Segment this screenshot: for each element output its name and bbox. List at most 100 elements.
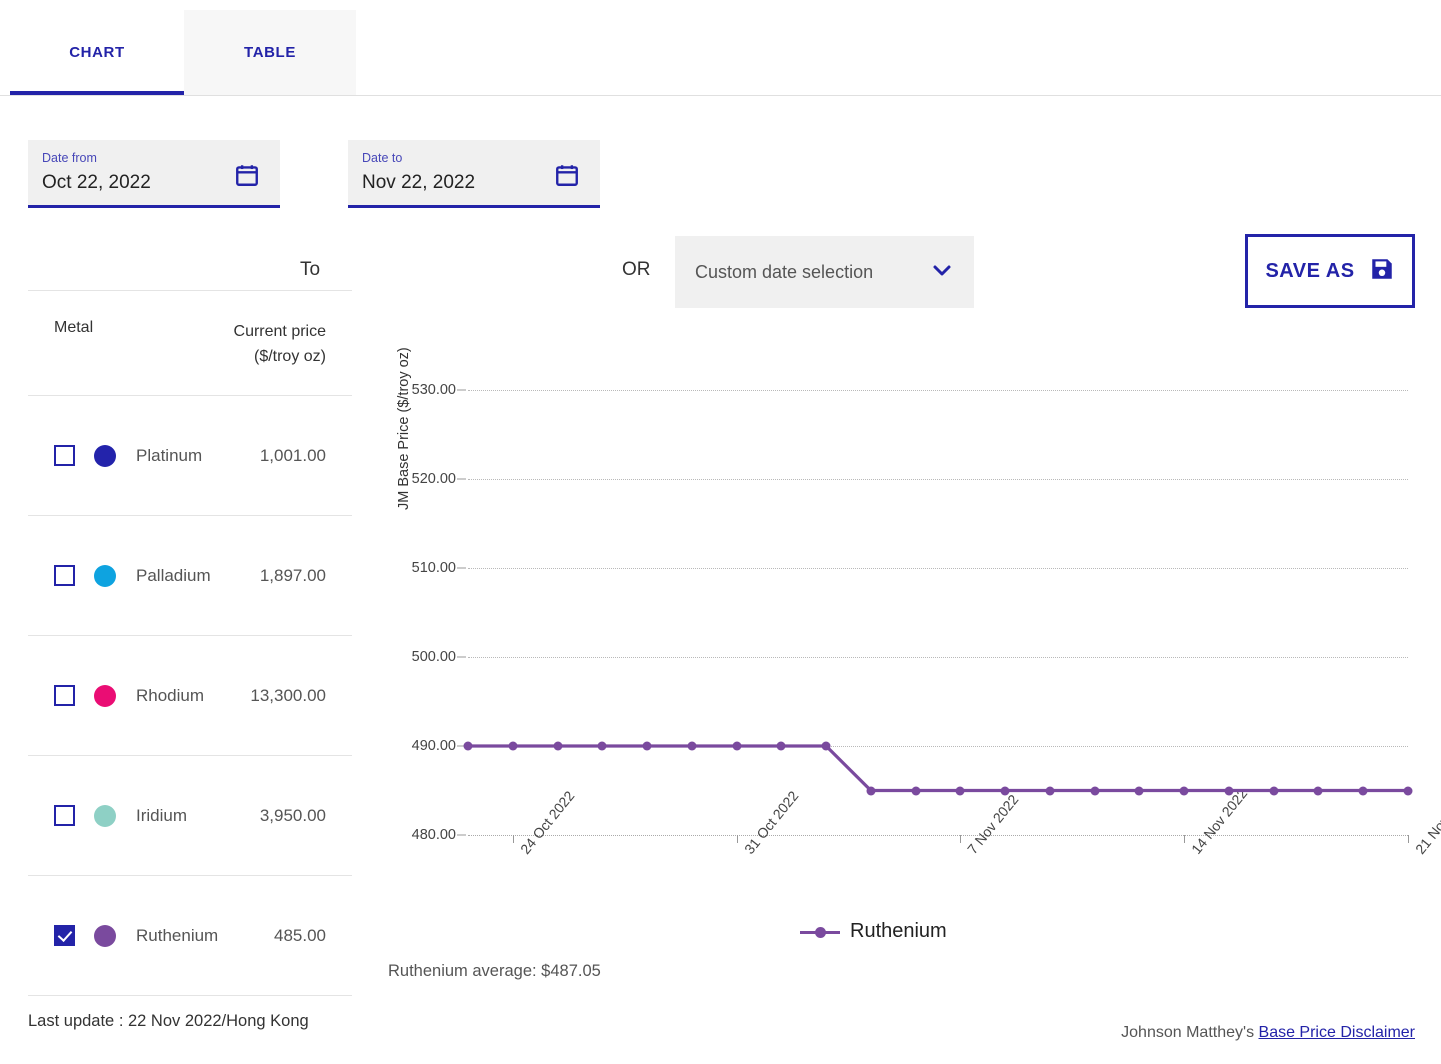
metal-name: Ruthenium bbox=[136, 925, 219, 945]
data-point[interactable] bbox=[1313, 786, 1323, 795]
y-tick-label: 500.00 bbox=[411, 649, 456, 665]
metal-price: 3,950.00 bbox=[259, 805, 326, 825]
tab-bar: CHART TABLE bbox=[0, 0, 1441, 96]
y-tick-mark bbox=[457, 389, 466, 391]
data-point[interactable] bbox=[687, 741, 697, 751]
x-tick-mark bbox=[736, 835, 738, 843]
column-header-price-line1: Current price bbox=[233, 323, 326, 340]
data-point[interactable] bbox=[463, 741, 473, 751]
data-point[interactable] bbox=[955, 786, 965, 795]
data-point[interactable] bbox=[732, 741, 742, 751]
data-point[interactable] bbox=[1134, 786, 1144, 795]
price-chart-page: CHART TABLE Date from Oct 22, 2022 To Da… bbox=[0, 0, 1441, 1064]
metal-color-dot bbox=[94, 444, 116, 467]
y-tick-mark bbox=[457, 478, 466, 480]
metal-name: Platinum bbox=[136, 445, 203, 465]
y-tick-label: 510.00 bbox=[411, 560, 456, 576]
y-tick-mark bbox=[457, 834, 466, 836]
metal-checkbox-iridium[interactable] bbox=[54, 805, 75, 826]
date-from-label: Date from bbox=[42, 151, 97, 165]
x-tick-mark bbox=[1408, 835, 1409, 843]
data-point[interactable] bbox=[597, 741, 607, 751]
tab-chart-label: CHART bbox=[69, 44, 125, 61]
date-from-field[interactable]: Date from Oct 22, 2022 bbox=[28, 140, 280, 208]
x-tick-mark bbox=[960, 835, 962, 843]
metal-rows: Platinum 1,001.00 Palladium 1,897.00 Rhodium… bbox=[28, 395, 352, 996]
tab-table-label: TABLE bbox=[244, 44, 296, 61]
data-point[interactable] bbox=[821, 741, 831, 751]
data-point[interactable] bbox=[1403, 786, 1413, 795]
metal-name: Palladium bbox=[136, 565, 211, 585]
legend-label-ruthenium: Ruthenium bbox=[850, 920, 947, 942]
average-annotation: Ruthenium average: $487.05 bbox=[388, 962, 601, 980]
metal-name: Rhodium bbox=[136, 685, 205, 705]
metal-price: 1,897.00 bbox=[259, 565, 326, 585]
metal-row-palladium[interactable]: Palladium 1,897.00 bbox=[28, 516, 352, 635]
date-to-value: Nov 22, 2022 bbox=[362, 172, 476, 193]
date-from-value: Oct 22, 2022 bbox=[42, 172, 151, 193]
x-tick-mark bbox=[1184, 835, 1186, 843]
metal-checkbox-palladium[interactable] bbox=[54, 565, 75, 586]
column-header-current-price: Current price ($/troy oz) bbox=[234, 319, 326, 369]
metal-list-header: Metal Current price ($/troy oz) bbox=[28, 291, 352, 395]
data-point[interactable] bbox=[776, 741, 786, 751]
metal-row-rhodium[interactable]: Rhodium 13,300.00 bbox=[28, 636, 352, 755]
data-point[interactable] bbox=[911, 786, 921, 795]
metal-price: 485.00 bbox=[274, 925, 326, 945]
metal-color-dot bbox=[94, 684, 116, 707]
metal-checkbox-rhodium[interactable] bbox=[54, 685, 75, 706]
date-to-field[interactable]: Date to Nov 22, 2022 bbox=[348, 140, 600, 208]
last-update-text: Last update : 22 Nov 2022/Hong Kong bbox=[28, 1012, 309, 1030]
data-point[interactable] bbox=[1045, 786, 1055, 795]
column-header-metal: Metal bbox=[54, 319, 94, 336]
to-separator: To bbox=[300, 259, 321, 280]
metal-row-ruthenium[interactable]: Ruthenium 485.00 bbox=[28, 876, 352, 995]
data-point[interactable] bbox=[1090, 786, 1100, 795]
y-tick-label: 490.00 bbox=[411, 738, 456, 754]
data-point[interactable] bbox=[1269, 786, 1279, 795]
legend-marker-ruthenium bbox=[800, 926, 840, 938]
metal-price: 1,001.00 bbox=[259, 445, 326, 465]
data-point[interactable] bbox=[508, 741, 518, 751]
metal-color-dot bbox=[94, 804, 116, 827]
chart-legend[interactable]: Ruthenium bbox=[800, 920, 947, 943]
metal-price: 13,300.00 bbox=[250, 685, 326, 705]
metal-color-dot bbox=[94, 924, 116, 947]
tab-table[interactable]: TABLE bbox=[184, 10, 356, 95]
data-point[interactable] bbox=[1000, 786, 1010, 795]
y-tick-label: 520.00 bbox=[411, 471, 456, 487]
y-tick-mark bbox=[457, 567, 466, 569]
data-point[interactable] bbox=[642, 741, 652, 751]
column-header-price-line2: ($/troy oz) bbox=[253, 348, 326, 365]
data-point[interactable] bbox=[1224, 786, 1234, 795]
series-line-ruthenium bbox=[468, 744, 1408, 793]
calendar-icon[interactable] bbox=[554, 162, 580, 193]
metal-row-platinum[interactable]: Platinum 1,001.00 bbox=[28, 396, 352, 515]
chart-container: JM Base Price ($/troy oz) 530.00 520.00 51… bbox=[370, 270, 1441, 980]
tab-chart[interactable]: CHART bbox=[10, 10, 184, 95]
y-tick-mark bbox=[457, 656, 466, 658]
filter-toolbar: Date from Oct 22, 2022 To Date to Nov 22… bbox=[0, 96, 1441, 308]
y-tick-label: 480.00 bbox=[411, 827, 456, 843]
y-tick-label: 530.00 bbox=[411, 382, 456, 398]
metal-color-dot bbox=[94, 564, 116, 587]
data-point[interactable] bbox=[1179, 786, 1189, 795]
metal-row-iridium[interactable]: Iridium 3,950.00 bbox=[28, 756, 352, 875]
footer-disclaimer: Johnson Matthey's Base Price Disclaimer bbox=[1121, 1024, 1415, 1042]
plot-area: 530.00 520.00 510.00 500.00 490.00 480.00 24 O… bbox=[412, 382, 1441, 857]
data-point[interactable] bbox=[1358, 786, 1368, 795]
x-tick-label: 21 Nov 2022 bbox=[1412, 785, 1441, 858]
y-axis-label: JM Base Price ($/troy oz) bbox=[396, 347, 412, 510]
metal-name: Iridium bbox=[136, 805, 188, 825]
x-tick-mark bbox=[512, 835, 514, 843]
calendar-icon[interactable] bbox=[234, 162, 260, 193]
date-to-label: Date to bbox=[362, 151, 403, 165]
data-point[interactable] bbox=[866, 786, 876, 795]
metal-checkbox-platinum[interactable] bbox=[54, 445, 75, 466]
y-gridline bbox=[468, 835, 1408, 836]
metal-checkbox-ruthenium[interactable] bbox=[54, 925, 75, 946]
metal-list-panel: Metal Current price ($/troy oz) Platinum… bbox=[28, 290, 352, 996]
data-point[interactable] bbox=[553, 741, 563, 751]
base-price-disclaimer-link[interactable]: Base Price Disclaimer bbox=[1259, 1024, 1415, 1041]
divider bbox=[28, 995, 352, 996]
